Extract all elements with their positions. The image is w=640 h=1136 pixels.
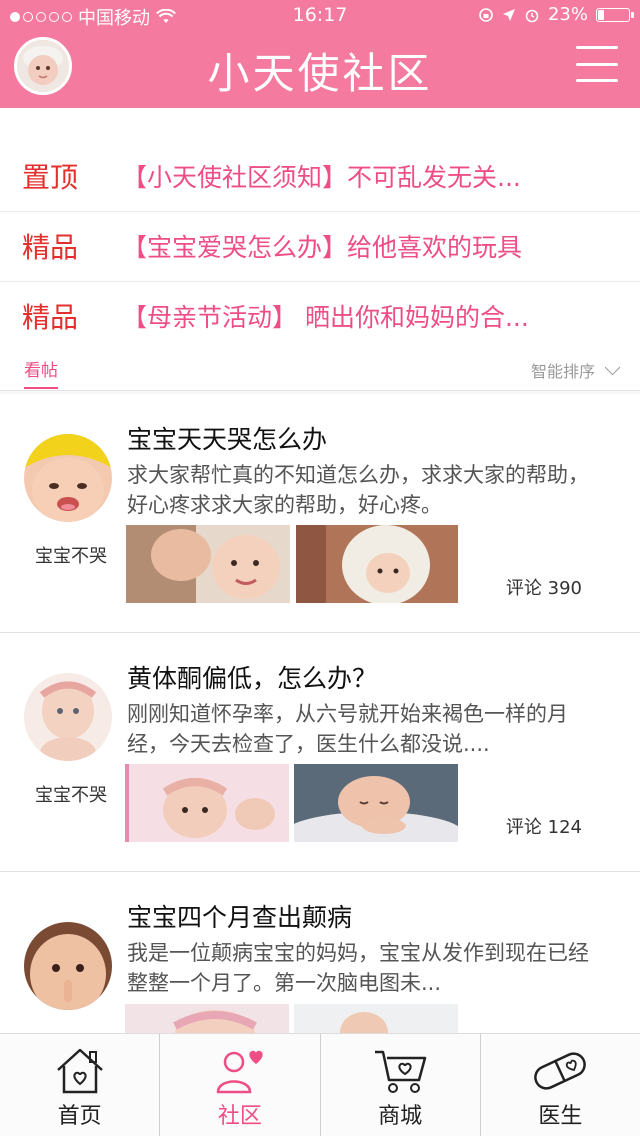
tab-community-label: 社区 — [217, 1104, 262, 1129]
post-excerpt: 我是一位颠病宝宝的妈妈，宝宝从发作到现在已经整整一个月了。第一次脑电图未... — [127, 941, 589, 995]
pill-icon — [534, 1052, 587, 1090]
sort-dropdown[interactable]: 智能排序 — [530, 358, 621, 382]
home-icon — [56, 1048, 103, 1094]
tab-doctor-label: 医生 — [538, 1104, 583, 1129]
author-avatar[interactable] — [24, 922, 112, 1010]
location-icon — [502, 8, 515, 21]
baby-headband-image — [24, 673, 112, 761]
post-tab-bar: 看帖 智能排序 — [0, 348, 640, 391]
post-card[interactable]: 宝宝不哭 宝宝天天哭怎么办 求大家帮忙真的不知道怎么办，求求大家的帮助，好心疼求… — [0, 394, 640, 633]
menu-icon-bar — [576, 79, 618, 82]
post-excerpt: 求大家帮忙真的不知道怎么办，求求大家的帮助，好心疼求求大家的帮助，好心疼。 — [127, 463, 589, 517]
shopping-cart-icon — [375, 1050, 427, 1093]
post-image[interactable] — [125, 1004, 289, 1034]
rotation-lock-icon — [479, 7, 493, 22]
post-image[interactable] — [296, 525, 458, 603]
post-title: 宝宝天天哭怎么办 — [127, 425, 328, 454]
baby-photo-partial — [125, 1004, 289, 1034]
baby-yellow-hat-image — [24, 434, 112, 522]
pinned-tag: 置顶 — [22, 161, 79, 194]
featured-title: 【母亲节活动】 晒出你和妈妈的合... — [122, 303, 529, 332]
tab-mall[interactable]: 商城 — [321, 1034, 481, 1136]
battery-icon — [596, 7, 634, 22]
battery-percent: 23% — [547, 4, 588, 25]
tab-view-posts[interactable]: 看帖 — [24, 356, 58, 389]
pinned-title: 【小天使社区须知】不可乱发无关... — [122, 163, 521, 192]
battery-fill — [598, 9, 604, 20]
featured-item[interactable]: 精品 【宝宝爱哭怎么办】给他喜欢的玩具 — [0, 211, 640, 282]
featured-item[interactable]: 精品 【母亲节活动】 晒出你和妈妈的合... — [0, 281, 640, 351]
tab-doctor[interactable]: 医生 — [481, 1034, 640, 1136]
status-right: 23% — [478, 4, 634, 25]
baby-finger-mouth-image — [24, 922, 112, 1010]
post-image[interactable] — [294, 764, 458, 842]
pinned-item[interactable]: 置顶 【小天使社区须知】不可乱发无关... — [0, 141, 640, 212]
baby-photo-partial — [294, 1004, 458, 1034]
menu-icon-bar — [576, 62, 618, 66]
author-avatar[interactable] — [24, 673, 112, 761]
post-title: 宝宝四个月查出颠病 — [127, 903, 353, 932]
featured-title: 【宝宝爱哭怎么办】给他喜欢的玩具 — [122, 233, 523, 262]
post-image[interactable] — [294, 1004, 458, 1034]
author-name[interactable]: 宝宝不哭 — [16, 542, 126, 568]
sort-label: 智能排序 — [530, 362, 595, 381]
baby-bonnet-photo — [296, 525, 458, 603]
post-excerpt: 刚刚知道怀孕率，从六号就开始来褐色一样的月经，今天去检查了，医生什么都没说...… — [127, 702, 568, 756]
alarm-icon — [525, 9, 539, 22]
featured-tag: 精品 — [22, 231, 79, 264]
community-icon — [216, 1050, 263, 1094]
mother-baby-photo — [126, 525, 290, 603]
post-image[interactable] — [126, 525, 290, 603]
status-bar: 中国移动 16:17 23% — [0, 0, 640, 30]
bottom-tab-bar: 首页 社区 商城 医生 — [0, 1033, 640, 1136]
tab-mall-label: 商城 — [378, 1104, 423, 1129]
menu-button[interactable] — [576, 46, 618, 82]
comment-count: 评论 124 — [505, 817, 582, 838]
post-card[interactable]: 宝宝不哭 黄体酮偏低，怎么办？ 刚刚知道怀孕率，从六号就开始来褐色一样的月经，今… — [0, 633, 640, 872]
post-image[interactable] — [125, 764, 289, 842]
post-card[interactable]: 宝宝四个月查出颠病 我是一位颠病宝宝的妈妈，宝宝从发作到现在已经整整一个月了。第… — [0, 872, 640, 1034]
comment-count: 评论 390 — [505, 578, 582, 599]
author-name[interactable]: 宝宝不哭 — [16, 781, 126, 807]
menu-icon-bar — [576, 46, 618, 49]
tab-home-label: 首页 — [57, 1104, 102, 1129]
sleeping-baby-photo — [294, 764, 458, 842]
baby-flower-crown-photo — [125, 764, 289, 842]
chevron-down-icon — [604, 359, 621, 375]
tab-community[interactable]: 社区 — [160, 1034, 321, 1136]
post-title: 黄体酮偏低，怎么办？ — [127, 664, 378, 693]
app-title: 小天使社区 — [207, 49, 433, 98]
featured-tag: 精品 — [22, 301, 79, 334]
author-avatar[interactable] — [24, 434, 112, 522]
app-header: 中国移动 16:17 23% 小天使社区 — [0, 0, 640, 108]
tab-home[interactable]: 首页 — [0, 1034, 161, 1136]
pinned-list: 置顶 【小天使社区须知】不可乱发无关... 精品 【宝宝爱哭怎么办】给他喜欢的玩… — [0, 108, 640, 348]
